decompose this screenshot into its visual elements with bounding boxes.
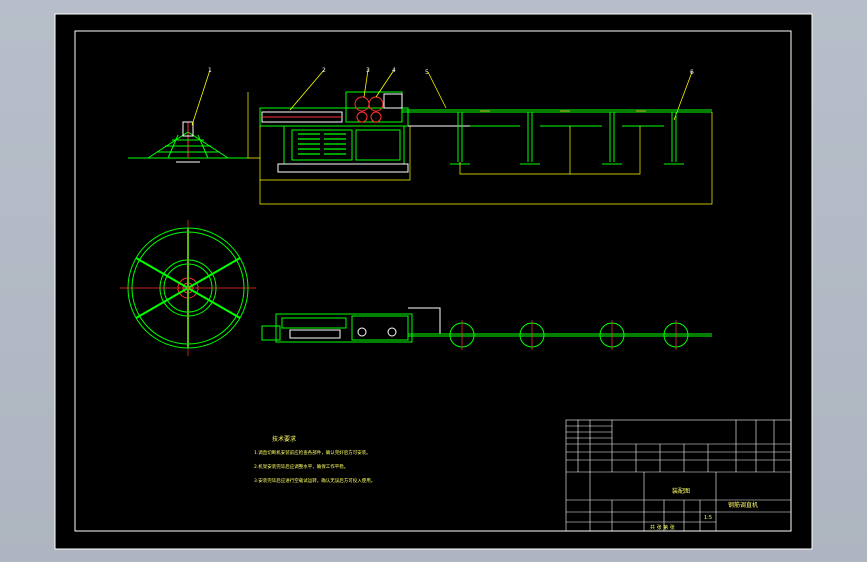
notes-heading: 技术要求 [272,435,296,443]
note-line-2: 2.机架安装完毕后应调整水平，确保工作平稳。 [254,463,348,470]
drawing-sheet [54,13,813,550]
drawing-title: 钢筋调直机 [728,501,758,509]
scale-value: 1:5 [704,515,712,521]
callout-4: 4 [392,67,396,74]
sheet-count: 共 张 第 张 [650,524,675,531]
callout-6: 6 [690,69,694,76]
note-line-3: 3.安装完毕后应进行空载试运转，确认无误后方可投入使用。 [254,477,375,484]
callout-3: 3 [366,67,370,74]
callout-1: 1 [208,67,212,74]
cad-drawing-canvas[interactable]: 1 2 3 4 5 6 技术要求 1.调直切断机安装前应检查各部件，确认完好后方… [0,0,867,562]
note-line-1: 1.调直切断机安装前应检查各部件，确认完好后方可安装。 [254,449,371,456]
assembly-label: 装配图 [672,487,690,495]
callout-2: 2 [322,67,326,74]
callout-5: 5 [425,69,429,76]
